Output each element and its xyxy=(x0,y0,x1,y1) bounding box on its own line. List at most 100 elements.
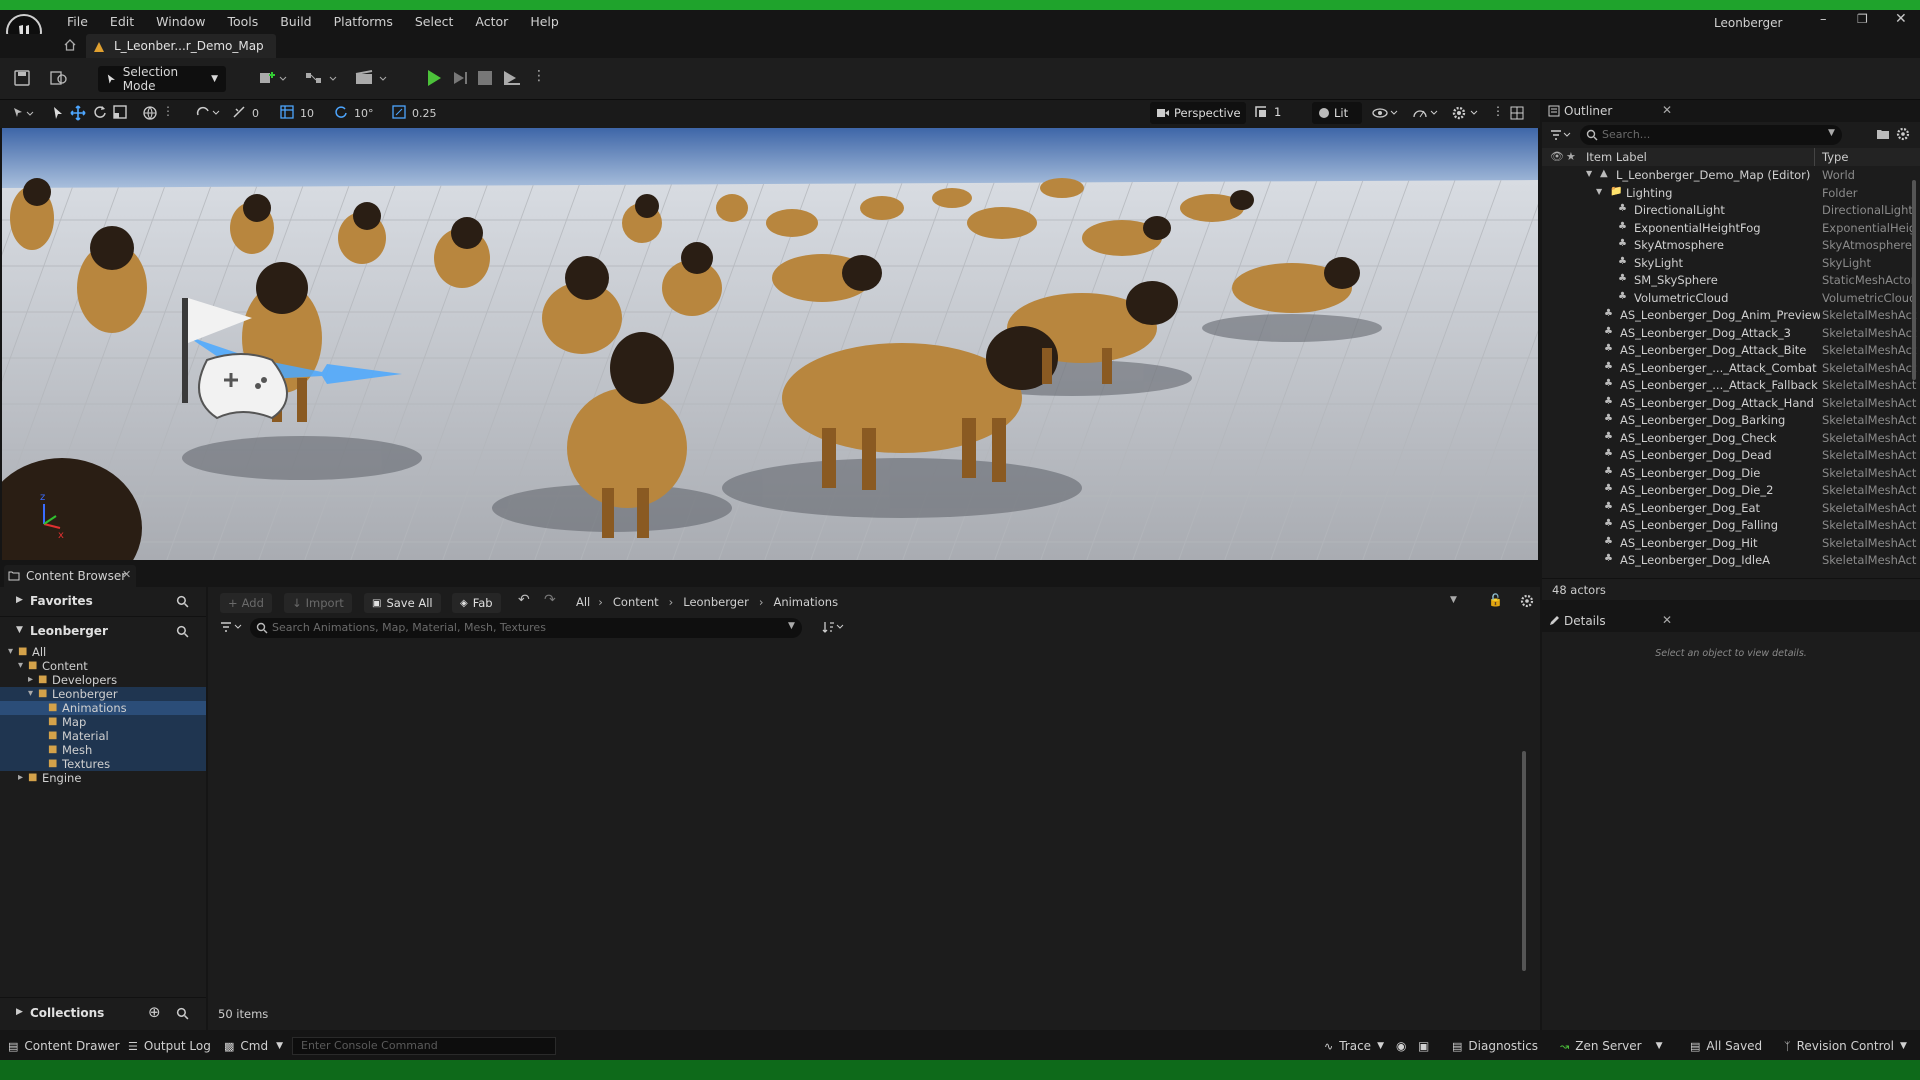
tree-arrow-icon[interactable]: ▾ xyxy=(28,687,33,701)
menu-platforms[interactable]: Platforms xyxy=(323,10,404,34)
more-icon[interactable]: ⋮ xyxy=(162,104,174,118)
snap-icon[interactable] xyxy=(232,105,246,119)
folder-tree-item[interactable]: ■ Map xyxy=(0,715,206,729)
screenshot-icon[interactable]: ▣ xyxy=(1418,1032,1429,1060)
favorites-header[interactable]: ▶ Favorites xyxy=(0,587,206,617)
outliner-close-icon[interactable]: ✕ xyxy=(1662,103,1672,117)
minimize-icon[interactable]: – xyxy=(1820,12,1827,27)
menu-actor[interactable]: Actor xyxy=(464,10,519,34)
breadcrumb-animations[interactable]: Animations xyxy=(763,595,848,609)
back-icon[interactable]: ↶ xyxy=(518,592,530,608)
folder-tree-item[interactable]: ▾ ■ Leonberger xyxy=(0,687,206,701)
browse-icon[interactable] xyxy=(50,70,68,86)
outliner-row[interactable]: ▼ 📁 Lighting Folder xyxy=(1542,184,1920,202)
content-filter-icon[interactable] xyxy=(220,621,244,633)
content-settings-icon[interactable] xyxy=(1520,594,1534,608)
world-space-icon[interactable] xyxy=(142,105,158,121)
all-saved-indicator[interactable]: ▤ All Saved xyxy=(1690,1032,1762,1060)
collections-header[interactable]: ▶ Collections ⊕ xyxy=(0,997,206,1027)
breadcrumb-leonberger[interactable]: Leonberger xyxy=(673,595,759,609)
rotate-tool-icon[interactable] xyxy=(93,105,107,119)
folder-tree-item[interactable]: ▸ ■ Engine xyxy=(0,771,206,785)
path-dropdown-icon[interactable]: ▼ xyxy=(1450,595,1457,605)
cmd-dropdown[interactable]: ▩ Cmd ▼ xyxy=(224,1032,283,1060)
outliner-row[interactable]: ♣ AS_Leonberger_Dog_Dead SkeletalMeshAct xyxy=(1542,446,1920,464)
performance-icon[interactable] xyxy=(1412,106,1440,120)
outliner-row[interactable]: ♣ AS_Leonberger_Dog_Falling SkeletalMeshAc… xyxy=(1542,516,1920,534)
outliner-row[interactable]: ♣ DirectionalLight DirectionalLight xyxy=(1542,201,1920,219)
step-icon[interactable] xyxy=(452,70,470,86)
details-close-icon[interactable]: ✕ xyxy=(1662,613,1672,627)
view-mode-dropdown[interactable]: Lit xyxy=(1312,102,1362,124)
outliner-row[interactable]: ♣ AS_Leonberger_..._Attack_Combat Skeletal… xyxy=(1542,359,1920,377)
camera-speed[interactable]: 1 xyxy=(1254,105,1281,119)
add-button[interactable]: + Add xyxy=(220,593,272,613)
asset-scrollbar[interactable] xyxy=(1522,751,1526,971)
folder-tree-item[interactable]: ■ Textures xyxy=(0,757,206,771)
show-flags-icon[interactable] xyxy=(1372,106,1400,120)
search-icon[interactable] xyxy=(176,595,189,608)
lock-icon[interactable]: 🔓 xyxy=(1488,593,1503,607)
folder-tree-item[interactable]: ■ Material xyxy=(0,729,206,743)
breadcrumb-content[interactable]: Content xyxy=(603,595,669,609)
trace-dropdown[interactable]: ∿ Trace ▼ xyxy=(1324,1032,1384,1060)
stop-icon[interactable] xyxy=(478,71,492,85)
breadcrumb-all[interactable]: All xyxy=(568,595,598,609)
outliner-row[interactable]: ♣ VolumetricCloud VolumetricCloud xyxy=(1542,289,1920,307)
outliner-row[interactable]: ▼ ▲ L_Leonberger_Demo_Map (Editor) World xyxy=(1542,166,1920,184)
folder-tree-item[interactable]: ▾ ■ Content xyxy=(0,659,206,673)
add-actor-icon[interactable] xyxy=(258,70,290,88)
folder-tree-item[interactable]: ▾ ■ All xyxy=(0,645,206,659)
play-icon[interactable] xyxy=(424,68,444,88)
tree-arrow-icon[interactable]: ▸ xyxy=(18,771,23,785)
rotation-snap-value[interactable]: 10° xyxy=(354,107,374,120)
transform-menu-icon[interactable] xyxy=(12,106,38,120)
select-tool-icon[interactable] xyxy=(52,106,64,120)
record-icon[interactable]: ◉ xyxy=(1396,1032,1406,1060)
outliner-row[interactable]: ♣ AS_Leonberger_..._Attack_Fallback Skelet… xyxy=(1542,376,1920,394)
menu-select[interactable]: Select xyxy=(404,10,465,34)
outliner-search-input[interactable]: Search... ▼ xyxy=(1580,125,1842,145)
level-viewport[interactable]: AS_Leonberger_ Dog_IdleAAnimation Sequen… xyxy=(2,128,1538,560)
level-tab[interactable]: L_Leonber...r_Demo_Map xyxy=(86,34,276,58)
tree-arrow-icon[interactable]: ▾ xyxy=(18,659,23,673)
zen-server-dropdown[interactable]: ↝ Zen Server ▼ xyxy=(1560,1032,1663,1060)
surface-snap-icon[interactable] xyxy=(196,105,222,119)
tree-arrow-icon[interactable]: ▾ xyxy=(8,645,13,659)
chevron-down-icon[interactable]: ▼ xyxy=(1596,187,1602,196)
add-folder-icon[interactable] xyxy=(1876,128,1890,140)
folder-tree-item[interactable]: ▸ ■ Developers xyxy=(0,673,206,687)
type-column[interactable]: Type xyxy=(1822,150,1848,164)
item-label-column[interactable]: Item Label xyxy=(1586,150,1647,164)
outliner-row[interactable]: ♣ AS_Leonberger_Dog_Die_2 SkeletalMeshAct xyxy=(1542,481,1920,499)
output-log-button[interactable]: ☰ Output Log xyxy=(128,1032,211,1060)
pin-icon[interactable]: ★ xyxy=(1566,150,1576,163)
content-search-input[interactable]: Search Animations, Map, Material, Mesh, … xyxy=(250,618,802,638)
import-button[interactable]: ↓ Import xyxy=(284,593,352,613)
revision-control-dropdown[interactable]: ᛉ Revision Control ▼ xyxy=(1784,1032,1907,1060)
outliner-row[interactable]: ♣ AS_Leonberger_Dog_IdleA SkeletalMeshAct xyxy=(1542,551,1920,568)
menu-tools[interactable]: Tools xyxy=(216,10,269,34)
selection-mode-dropdown[interactable]: Selection Mode ▼ xyxy=(98,65,226,93)
tree-arrow-icon[interactable]: ▸ xyxy=(28,673,33,687)
blueprint-icon[interactable] xyxy=(304,70,340,88)
add-collection-icon[interactable]: ⊕ xyxy=(148,1003,161,1021)
outliner-row[interactable]: ♣ AS_Leonberger_Dog_Attack_3 SkeletalMeshA… xyxy=(1542,324,1920,342)
outliner-row[interactable]: ♣ AS_Leonberger_Dog_Barking SkeletalMeshAc… xyxy=(1542,411,1920,429)
outliner-row[interactable]: ♣ AS_Leonberger_Dog_Hit SkeletalMeshAct xyxy=(1542,534,1920,552)
perspective-dropdown[interactable]: Perspective xyxy=(1150,102,1246,124)
rotation-snap-icon[interactable] xyxy=(334,105,348,119)
project-header[interactable]: ▼ Leonberger xyxy=(0,617,206,645)
outliner-row[interactable]: ♣ SkyAtmosphere SkyAtmosphere xyxy=(1542,236,1920,254)
menu-build[interactable]: Build xyxy=(269,10,322,34)
filter-icon[interactable] xyxy=(1550,129,1572,141)
outliner-row[interactable]: ♣ AS_Leonberger_Dog_Check SkeletalMeshAct xyxy=(1542,429,1920,447)
outliner-row[interactable]: ♣ AS_Leonberger_Dog_Attack_Hand SkeletalMe… xyxy=(1542,394,1920,412)
scale-snap-value[interactable]: 0.25 xyxy=(412,107,437,120)
menu-edit[interactable]: Edit xyxy=(99,10,145,34)
content-browser-tab[interactable]: Content Browser ✕ xyxy=(4,565,136,587)
menu-file[interactable]: File xyxy=(56,10,99,34)
details-tab[interactable]: Details ✕ xyxy=(1542,610,1920,632)
save-icon[interactable] xyxy=(14,70,30,86)
grid-snap-value[interactable]: 10 xyxy=(300,107,314,120)
